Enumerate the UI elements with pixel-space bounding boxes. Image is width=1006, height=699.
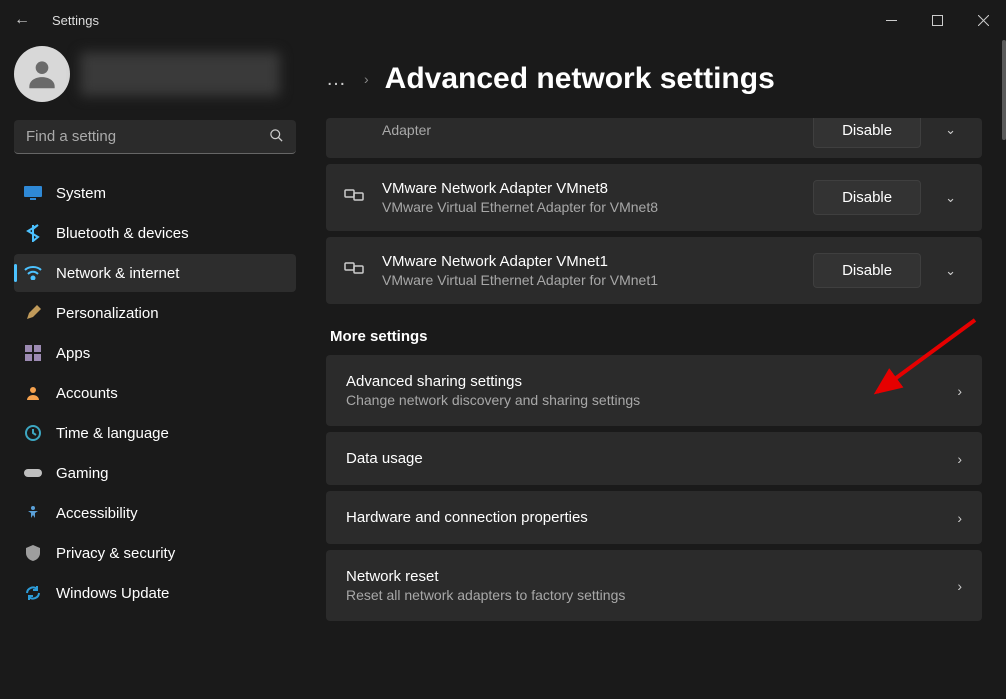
sidebar-item-personalization[interactable]: Personalization	[14, 294, 296, 332]
more-settings-heading: More settings	[330, 328, 982, 345]
sidebar-item-apps[interactable]: Apps	[14, 334, 296, 372]
sidebar-item-gaming[interactable]: Gaming	[14, 454, 296, 492]
setting-subtitle: Reset all network adapters to factory se…	[346, 587, 941, 603]
chevron-down-icon[interactable]: ⌄	[937, 190, 964, 206]
clock-icon	[24, 424, 42, 442]
avatar	[14, 46, 70, 102]
nav-list: System Bluetooth & devices Network & int…	[14, 174, 296, 612]
adapter-card-vmnet1[interactable]: VMware Network Adapter VMnet1 VMware Vir…	[326, 237, 982, 304]
sidebar-item-label: Windows Update	[56, 585, 169, 602]
monitor-icon	[24, 184, 42, 202]
sidebar-item-accounts[interactable]: Accounts	[14, 374, 296, 412]
chevron-right-icon: ›	[957, 578, 962, 594]
titlebar: ← Settings	[0, 0, 1006, 40]
setting-title: Network reset	[346, 568, 941, 585]
close-button[interactable]	[960, 4, 1006, 36]
sidebar-item-label: Accounts	[56, 385, 118, 402]
chevron-right-icon: ›	[364, 71, 369, 87]
sidebar-item-label: Accessibility	[56, 505, 138, 522]
minimize-button[interactable]	[868, 4, 914, 36]
sidebar-item-label: System	[56, 185, 106, 202]
close-icon	[978, 15, 989, 26]
grid-icon	[24, 344, 42, 362]
adapter-subtitle: Adapter	[382, 122, 797, 138]
sidebar-item-label: Gaming	[56, 465, 109, 482]
setting-title: Data usage	[346, 450, 941, 467]
sidebar-item-label: Apps	[56, 345, 90, 362]
breadcrumb-ellipsis[interactable]: …	[326, 68, 348, 91]
back-icon[interactable]: ←	[14, 11, 38, 29]
window-title: Settings	[38, 13, 868, 28]
chevron-down-icon[interactable]: ⌄	[937, 122, 964, 138]
setting-advanced-sharing[interactable]: Advanced sharing settings Change network…	[326, 355, 982, 426]
wifi-icon	[24, 264, 42, 282]
setting-network-reset[interactable]: Network reset Reset all network adapters…	[326, 550, 982, 621]
chevron-right-icon: ›	[957, 451, 962, 467]
setting-hardware-properties[interactable]: Hardware and connection properties ›	[326, 491, 982, 544]
accessibility-icon	[24, 504, 42, 522]
person-icon	[24, 384, 42, 402]
adapter-card[interactable]: Adapter Disable ⌄	[326, 118, 982, 158]
page-title: Advanced network settings	[385, 62, 775, 96]
ethernet-icon	[344, 260, 366, 281]
sidebar-item-update[interactable]: Windows Update	[14, 574, 296, 612]
disable-button[interactable]: Disable	[813, 118, 921, 148]
sidebar-item-system[interactable]: System	[14, 174, 296, 212]
setting-title: Advanced sharing settings	[346, 373, 941, 390]
refresh-icon	[24, 584, 42, 602]
brush-icon	[24, 304, 42, 322]
maximize-button[interactable]	[914, 4, 960, 36]
sidebar-item-label: Bluetooth & devices	[56, 225, 189, 242]
shield-icon	[24, 544, 42, 562]
profile-name-redacted	[80, 52, 280, 96]
sidebar-item-label: Privacy & security	[56, 545, 175, 562]
adapter-card-vmnet8[interactable]: VMware Network Adapter VMnet8 VMware Vir…	[326, 164, 982, 231]
bluetooth-icon	[24, 224, 42, 242]
search-input[interactable]	[14, 120, 296, 154]
sidebar-item-privacy[interactable]: Privacy & security	[14, 534, 296, 572]
gamepad-icon	[24, 464, 42, 482]
sidebar-item-label: Time & language	[56, 425, 169, 442]
chevron-right-icon: ›	[957, 383, 962, 399]
search-icon	[269, 128, 284, 146]
sidebar-item-label: Personalization	[56, 305, 159, 322]
setting-subtitle: Change network discovery and sharing set…	[346, 392, 941, 408]
sidebar-item-time[interactable]: Time & language	[14, 414, 296, 452]
content-area: … › Advanced network settings Adapter Di…	[310, 40, 1006, 699]
profile[interactable]	[14, 46, 296, 102]
adapter-title: VMware Network Adapter VMnet8	[382, 180, 797, 197]
disable-button[interactable]: Disable	[813, 253, 921, 288]
adapter-subtitle: VMware Virtual Ethernet Adapter for VMne…	[382, 199, 797, 215]
chevron-down-icon[interactable]: ⌄	[937, 263, 964, 279]
maximize-icon	[932, 15, 943, 26]
setting-title: Hardware and connection properties	[346, 509, 941, 526]
sidebar-item-label: Network & internet	[56, 265, 179, 282]
sidebar-item-network[interactable]: Network & internet	[14, 254, 296, 292]
scrollbar[interactable]	[1002, 40, 1006, 140]
sidebar-item-bluetooth[interactable]: Bluetooth & devices	[14, 214, 296, 252]
adapter-subtitle: VMware Virtual Ethernet Adapter for VMne…	[382, 272, 797, 288]
search-field[interactable]	[26, 128, 269, 145]
adapter-title: VMware Network Adapter VMnet1	[382, 253, 797, 270]
ethernet-icon	[344, 187, 366, 208]
setting-data-usage[interactable]: Data usage ›	[326, 432, 982, 485]
minimize-icon	[886, 20, 897, 21]
breadcrumb: … › Advanced network settings	[326, 62, 982, 96]
sidebar-item-accessibility[interactable]: Accessibility	[14, 494, 296, 532]
chevron-right-icon: ›	[957, 510, 962, 526]
sidebar: System Bluetooth & devices Network & int…	[0, 40, 310, 699]
disable-button[interactable]: Disable	[813, 180, 921, 215]
